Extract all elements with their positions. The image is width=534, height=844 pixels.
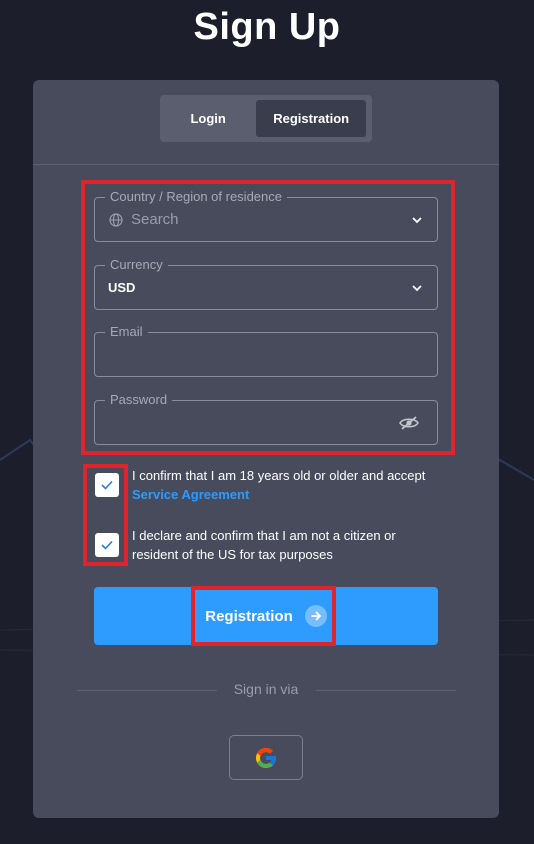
email-field[interactable]: Email [94,324,438,377]
chevron-down-icon[interactable] [411,282,423,294]
registration-button-label: Registration [205,607,293,625]
password-label: Password [105,392,173,408]
page-title: Sign Up [193,6,341,48]
currency-select[interactable]: Currency USD [94,257,438,310]
currency-value: USD [108,280,136,295]
country-search-placeholder: Search [131,211,179,228]
check-icon [101,480,113,490]
chevron-down-icon[interactable] [411,214,423,226]
age-confirm-label: I confirm that I am 18 years old or olde… [132,468,426,483]
arrow-right-icon [304,605,327,627]
google-signin-button[interactable] [229,735,303,780]
age-confirm-text: I confirm that I am 18 years old or olde… [132,466,462,504]
tax-confirm-checkbox[interactable] [95,533,119,557]
country-select[interactable]: Country / Region of residence Search [94,189,438,242]
email-label: Email [105,324,148,340]
sign-in-via-label: Sign in via [233,681,299,697]
service-agreement-link[interactable]: Service Agreement [132,487,249,502]
tax-confirm-label: I declare and confirm that I am not a ci… [132,528,396,562]
google-icon [256,747,276,768]
registration-button[interactable]: Registration [94,587,438,645]
age-confirm-checkbox[interactable] [95,473,119,497]
tab-login[interactable]: Login [166,100,250,137]
check-icon [101,540,113,550]
signup-card: Login Registration Country / Region of r… [33,80,499,818]
globe-icon [109,212,123,227]
tab-registration[interactable]: Registration [256,100,366,137]
auth-tabs: Login Registration [160,95,372,142]
divider [33,164,499,165]
password-field[interactable]: Password [94,392,438,445]
eye-off-icon[interactable] [399,415,419,431]
